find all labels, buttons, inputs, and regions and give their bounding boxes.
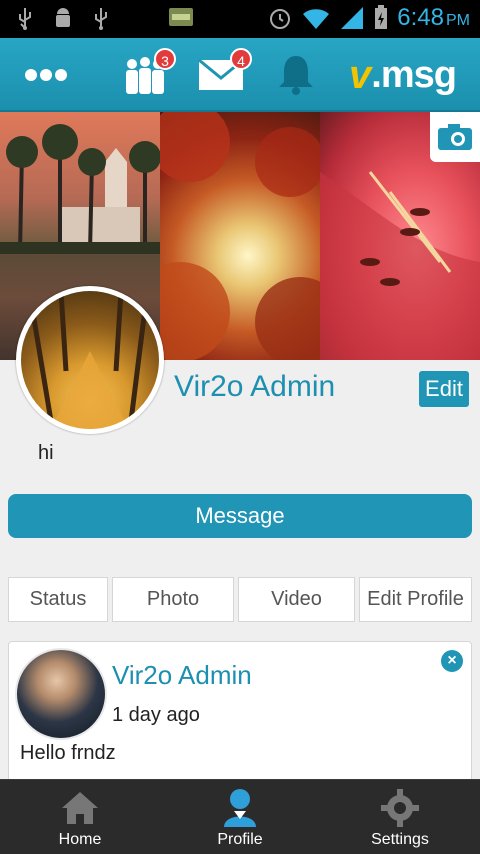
usb-icon (14, 6, 36, 32)
home-icon (60, 788, 100, 828)
system-icons: 6:48 PM (267, 4, 470, 32)
camera-icon (438, 124, 472, 150)
post-author-avatar[interactable] (15, 648, 107, 740)
usb-icon (90, 6, 112, 32)
screen: 6:48 PM 3 4 v .msg Vir2o Admin Edit hi M… (0, 0, 480, 854)
post-text: Hello frndz (20, 742, 116, 764)
edit-button[interactable]: Edit (419, 371, 469, 407)
action-bar: 3 4 v .msg (0, 38, 480, 112)
notifications-button[interactable] (274, 52, 318, 98)
notification-icons (14, 6, 194, 32)
profile-bio: hi (38, 442, 54, 464)
nav-home[interactable]: Home (0, 780, 160, 854)
friends-button[interactable]: 3 (120, 48, 176, 98)
post-timestamp: 1 day ago (112, 704, 200, 726)
vmsg-logo: v .msg (349, 52, 457, 97)
overflow-menu-button[interactable] (22, 52, 70, 98)
nav-profile[interactable]: Profile (160, 780, 320, 854)
tab-edit-profile[interactable]: Edit Profile (359, 577, 472, 622)
nav-settings[interactable]: Settings (320, 780, 480, 854)
profile-avatar[interactable] (16, 286, 164, 434)
more-icon (25, 69, 67, 81)
messages-button[interactable]: 4 (196, 48, 252, 98)
tab-photo[interactable]: Photo (112, 577, 234, 622)
cover-image-autumn (160, 112, 320, 360)
gear-icon (380, 788, 420, 828)
friends-badge: 3 (154, 48, 176, 70)
tab-video[interactable]: Video (238, 577, 355, 622)
change-cover-button[interactable] (430, 112, 480, 162)
post-author-name[interactable]: Vir2o Admin (112, 660, 252, 691)
messages-badge: 4 (230, 48, 252, 70)
message-button[interactable]: Message (8, 494, 472, 538)
status-bar: 6:48 PM (0, 0, 480, 38)
clock: 6:48 PM (397, 4, 470, 31)
profile-icon (220, 788, 260, 828)
post-card: Vir2o Admin 1 day ago Hello frndz × (8, 641, 472, 791)
android-debug-icon (52, 6, 74, 32)
close-icon[interactable]: × (441, 650, 463, 672)
app-notification-icon (168, 6, 194, 32)
alarm-icon (267, 5, 293, 31)
signal-icon (339, 5, 365, 31)
bottom-nav: Home Profile Settings (0, 779, 480, 854)
tab-status[interactable]: Status (8, 577, 108, 622)
post-tabs: Status Photo Video Edit Profile (8, 577, 472, 622)
profile-name: Vir2o Admin (174, 370, 336, 403)
wifi-icon (301, 5, 331, 31)
battery-icon (373, 5, 389, 31)
bell-icon (279, 56, 313, 95)
